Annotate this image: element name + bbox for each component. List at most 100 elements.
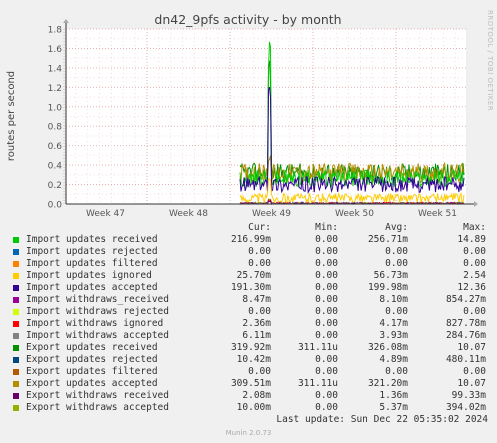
legend-cur: 216.99m (230, 234, 271, 245)
legend-max: 2.54 (463, 270, 486, 281)
legend-header: Cur: Min: Avg: Max: (13, 222, 488, 234)
legend-row: Export updates rejected 10.42m 0.00 4.89m 48… (13, 354, 488, 366)
legend-row: Import withdraws ignored 2.36m 0.00 4.17m 82… (13, 318, 488, 330)
legend-row: Import withdraws rejected 0.00 0.00 0.00 0.0… (13, 306, 488, 318)
legend-label: Export updates received (26, 342, 158, 353)
legend-avg: 8.10m (379, 294, 408, 305)
legend-label: Import updates filtered (26, 258, 158, 269)
legend-label: Import withdraws_received (26, 294, 169, 305)
legend-avg: 3.93m (379, 330, 408, 341)
legend-avg: 4.17m (379, 318, 408, 329)
legend-min: 0.00 (315, 294, 338, 305)
legend-swatch (13, 333, 19, 339)
legend-cur: 319.92m (230, 342, 271, 353)
x-tick-label: Week 48 (169, 209, 208, 219)
legend-max: 827.78m (445, 318, 486, 329)
legend-label: Export withdraws received (26, 390, 169, 401)
legend-min: 311.11u (297, 378, 338, 389)
legend-min: 0.00 (315, 390, 338, 401)
legend-swatch (13, 405, 19, 411)
legend-cur: 309.51m (230, 378, 271, 389)
legend-avg: 256.71m (367, 234, 408, 245)
legend-avg: 326.08m (367, 342, 408, 353)
legend-cur: 0.00 (248, 306, 271, 317)
legend-swatch (13, 345, 19, 351)
legend-row: Import updates accepted 191.30m 0.00 199.98… (13, 282, 488, 294)
legend-avg: 1.36m (379, 390, 408, 401)
legend-row: Import withdraws accepted 6.11m 0.00 3.93m 2… (13, 330, 488, 342)
legend-swatch (13, 393, 19, 399)
legend-avg: 0.00 (385, 366, 408, 377)
legend-row: Import updates rejected 0.00 0.00 0.00 0.00 (13, 246, 488, 258)
legend-swatch (13, 297, 19, 303)
legend-row: Export updates received 319.92m 311.11u 326… (13, 342, 488, 354)
legend-swatch (13, 321, 19, 327)
legend-row: Export updates accepted 309.51m 311.11u 321… (13, 378, 488, 390)
legend-label: Import updates ignored (26, 270, 152, 281)
legend-min: 0.00 (315, 306, 338, 317)
legend-row: Export withdraws received 2.08m 0.00 1.36m 9… (13, 390, 488, 402)
legend-cur: 10.00m (236, 402, 271, 413)
legend-cur: 6.11m (242, 330, 271, 341)
legend-max: 0.00 (463, 246, 486, 257)
legend-row: Import updates ignored 25.70m 0.00 56.73m 2.… (13, 270, 488, 282)
chart-title: dn42_9pfs activity - by month (154, 12, 341, 27)
legend-row: Export withdraws accepted 10.00m 0.00 5.37m… (13, 402, 488, 414)
legend-max: 854.27m (445, 294, 486, 305)
legend-label: Import withdraws accepted (26, 330, 169, 341)
header-max: Max: (463, 222, 486, 233)
y-tick-label: 1.8 (48, 26, 63, 36)
legend-max: 14.89 (457, 234, 486, 245)
chart: 0.0 0.2 0.4 0.6 0.8 1.0 1.2 1.4 1.6 1.8 Week 47 Wee… (0, 0, 497, 222)
legend-max: 284.76m (445, 330, 486, 341)
legend-cur: 25.70m (236, 270, 271, 281)
legend-max: 480.11m (445, 354, 486, 365)
legend-swatch (13, 369, 19, 375)
y-tick-label: 1.4 (48, 64, 63, 74)
legend-cur: 0.00 (248, 366, 271, 377)
y-tick-label: 1.2 (48, 84, 62, 94)
legend-min: 0.00 (315, 330, 338, 341)
x-tick-label: Week 47 (86, 209, 125, 219)
legend-min: 0.00 (315, 270, 338, 281)
legend-label: Import updates received (26, 234, 158, 245)
y-axis-label: routes per second (6, 71, 17, 161)
x-tick-label: Week 49 (252, 209, 291, 219)
legend-avg: 56.73m (373, 270, 408, 281)
legend-row: Import updates received 216.99m 0.00 256.71… (13, 234, 488, 246)
rrdtool-credit: RRDTOOL / TOBI OETIKER (486, 10, 494, 112)
legend-swatch (13, 261, 19, 267)
legend-label: Export updates accepted (26, 378, 158, 389)
header-avg: Avg: (385, 222, 408, 233)
legend-max: 10.07 (457, 342, 486, 353)
legend-cur: 10.42m (236, 354, 271, 365)
legend-min: 0.00 (315, 354, 338, 365)
y-tick-label: 0.8 (48, 123, 63, 133)
legend-min: 0.00 (315, 402, 338, 413)
legend-cur: 2.36m (242, 318, 271, 329)
footer: Munin 2.0.73 (225, 429, 272, 437)
legend-cur: 0.00 (248, 246, 271, 257)
legend-cur: 2.08m (242, 390, 271, 401)
legend-label: Import updates accepted (26, 282, 158, 293)
legend-swatch (13, 285, 19, 291)
legend-swatch (13, 249, 19, 255)
legend-label: Import withdraws ignored (26, 318, 164, 329)
legend-min: 0.00 (315, 234, 338, 245)
legend-row: Export updates filtered 0.00 0.00 0.00 0.00 (13, 366, 488, 378)
x-tick-label: Week 50 (335, 209, 374, 219)
y-tick-label: 0.0 (48, 201, 63, 211)
legend-max: 0.00 (463, 258, 486, 269)
legend-swatch (13, 357, 19, 363)
legend-min: 0.00 (315, 246, 338, 257)
legend-avg: 0.00 (385, 246, 408, 257)
legend: Cur: Min: Avg: Max: Import updates recei… (13, 222, 488, 414)
legend-max: 10.07 (457, 378, 486, 389)
legend-max: 0.00 (463, 306, 486, 317)
legend-max: 12.36 (457, 282, 486, 293)
legend-row: Import updates filtered 0.00 0.00 0.00 0.00 (13, 258, 488, 270)
legend-min: 0.00 (315, 282, 338, 293)
legend-row: Import withdraws_received 8.47m 0.00 8.10m 8… (13, 294, 488, 306)
legend-min: 0.00 (315, 318, 338, 329)
y-tick-label: 0.2 (48, 181, 62, 191)
